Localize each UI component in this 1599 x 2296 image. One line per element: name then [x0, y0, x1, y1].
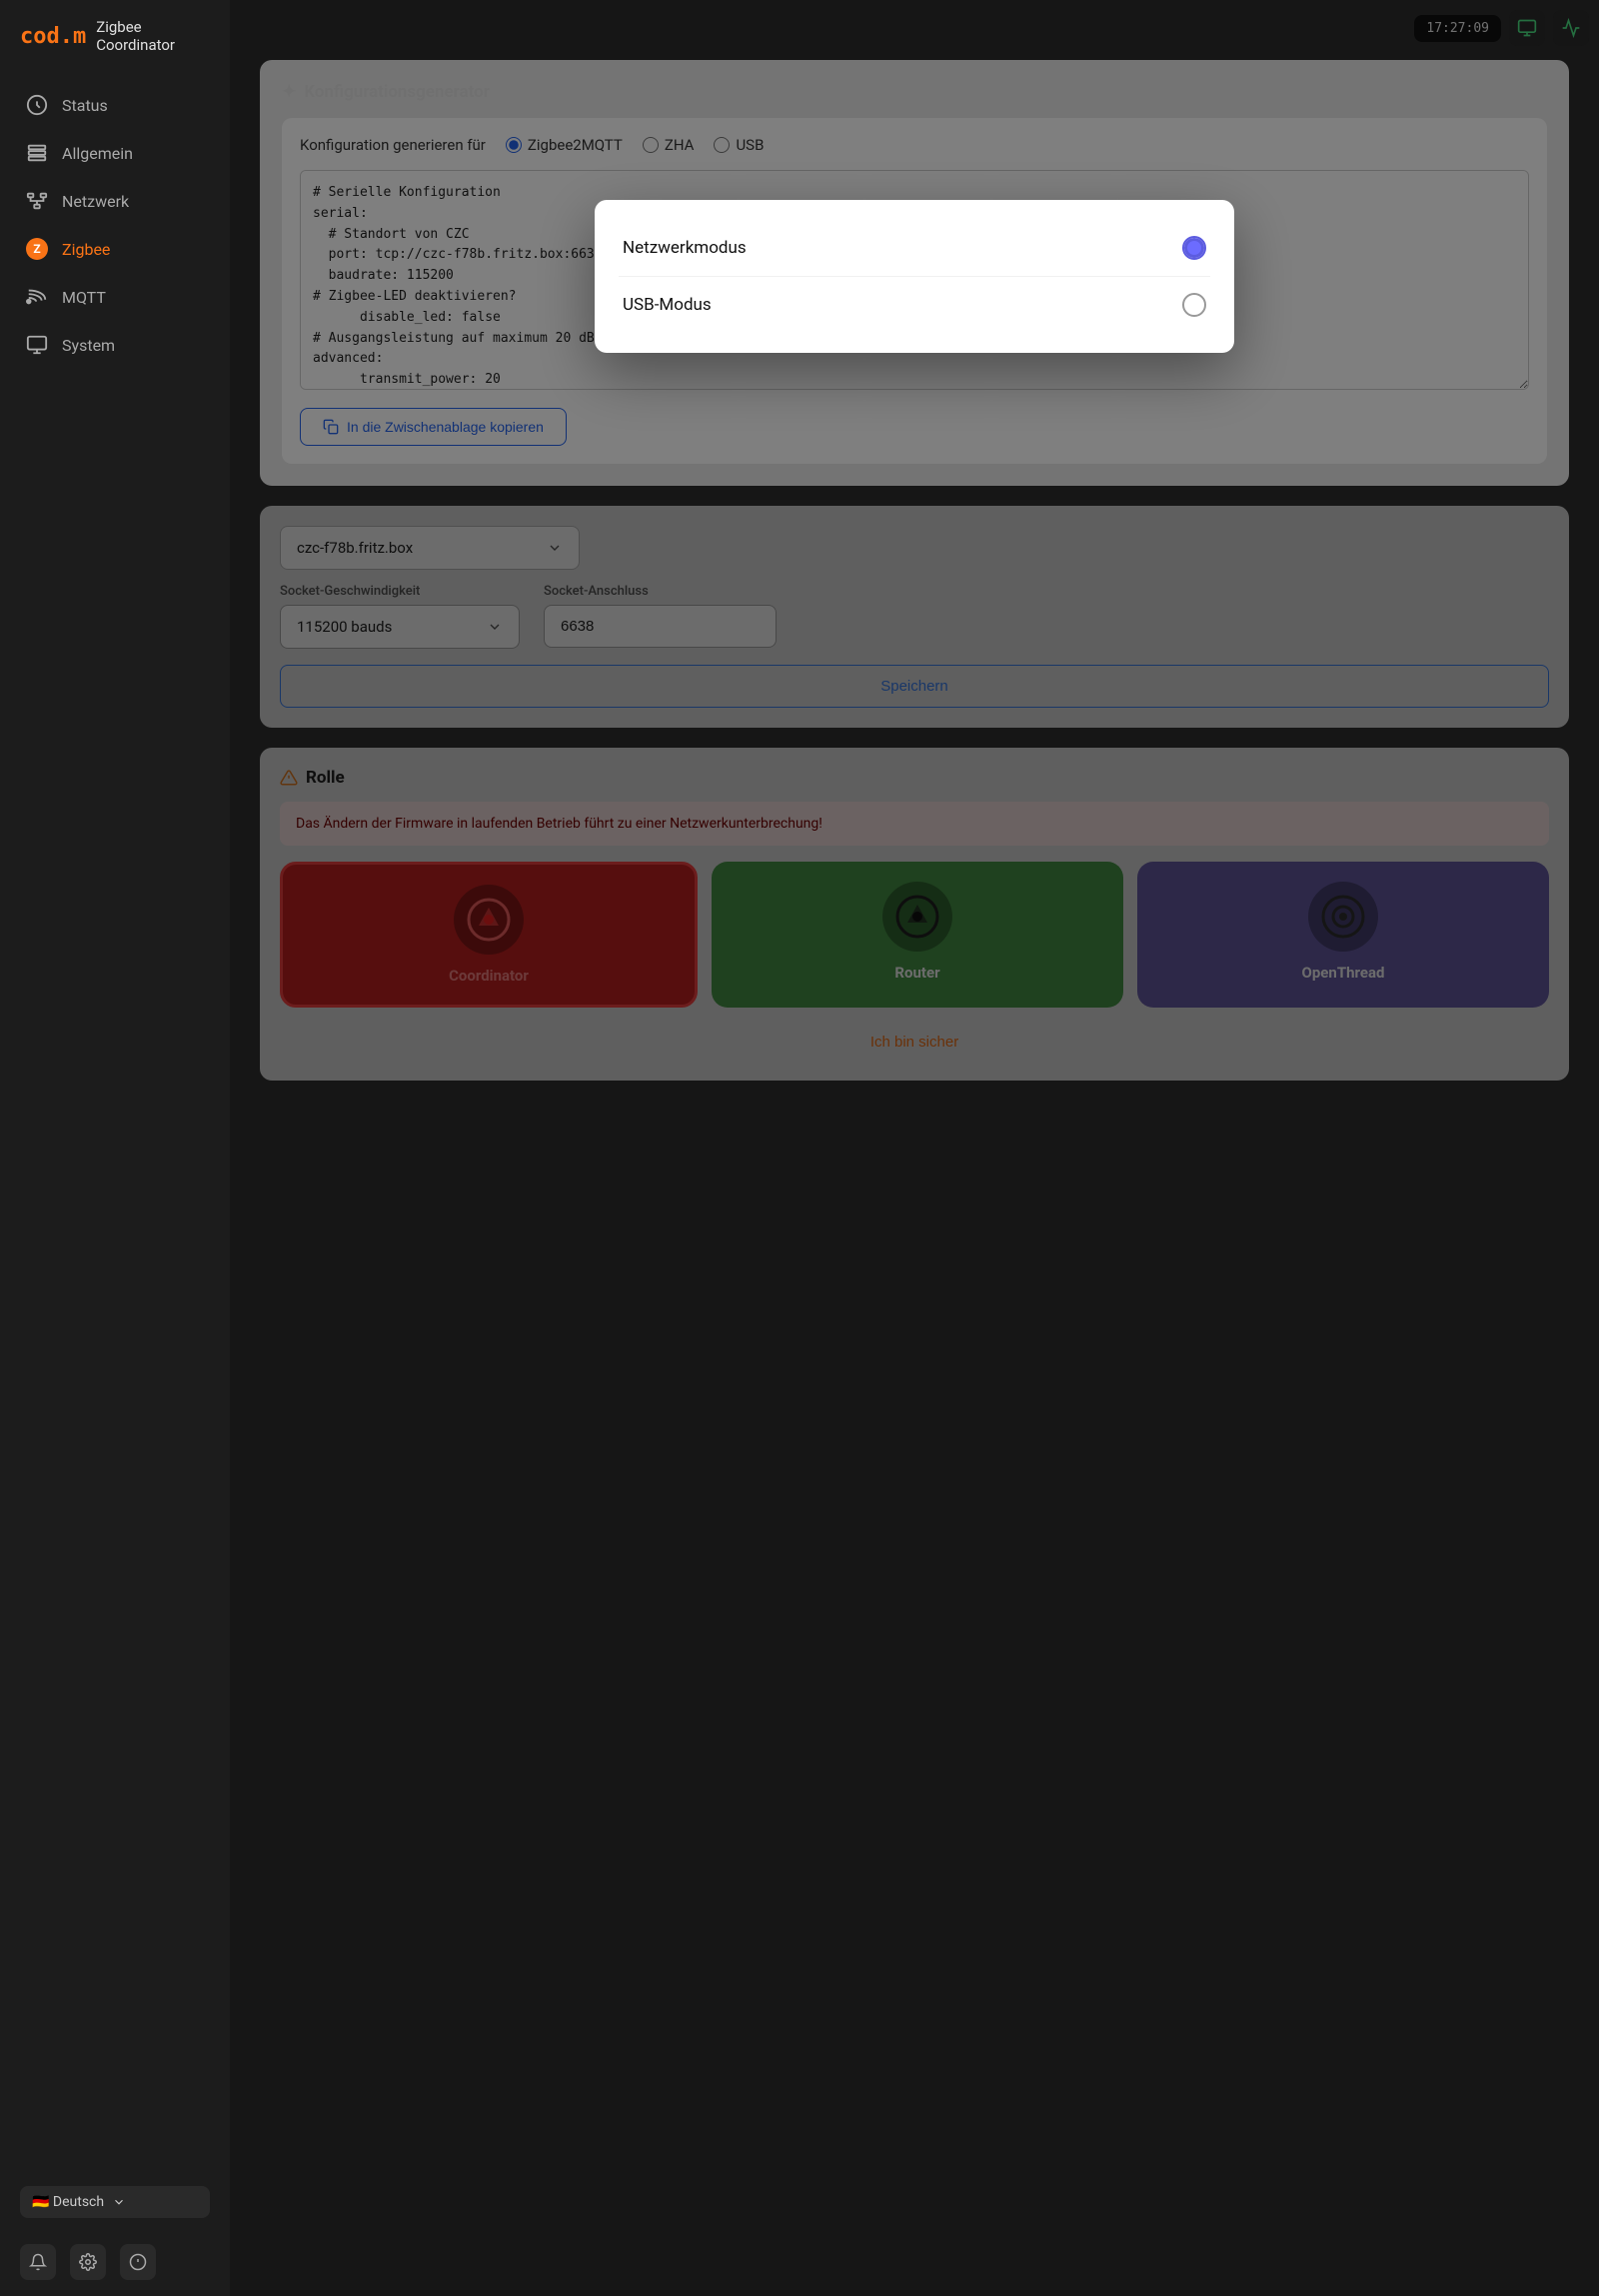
logo-text: cod.m	[20, 24, 86, 49]
info-icon[interactable]	[120, 2244, 156, 2280]
modal-overlay[interactable]: Netzwerkmodus USB-Modus	[230, 0, 1599, 2296]
sidebar-item-zigbee[interactable]: Z Zigbee	[10, 226, 220, 272]
sidebar-item-mqtt[interactable]: MQTT	[10, 274, 220, 320]
sidebar-label-system: System	[62, 336, 115, 355]
settings-icon[interactable]	[70, 2244, 106, 2280]
sidebar-item-system[interactable]: System	[10, 322, 220, 368]
allgemein-icon	[26, 142, 48, 164]
sidebar-label-status: Status	[62, 96, 108, 115]
modal-option-network-label: Netzwerkmodus	[623, 238, 747, 258]
modal-radio-network[interactable]	[1182, 236, 1206, 260]
sidebar-item-status[interactable]: Status	[10, 82, 220, 128]
modal-option-network[interactable]: Netzwerkmodus	[619, 220, 1210, 277]
modal-option-usb[interactable]: USB-Modus	[619, 277, 1210, 333]
language-label: 🇩🇪 Deutsch	[32, 2194, 104, 2210]
system-icon	[26, 334, 48, 356]
sidebar-logo: cod.m Zigbee Coordinator	[0, 0, 230, 72]
sidebar-item-netzwerk[interactable]: Netzwerk	[10, 178, 220, 224]
sidebar: cod.m Zigbee Coordinator Status Allgemei…	[0, 0, 230, 2296]
netzwerk-icon	[26, 190, 48, 212]
modal-option-usb-label: USB-Modus	[623, 295, 712, 315]
sidebar-item-allgemein[interactable]: Allgemein	[10, 130, 220, 176]
status-icon	[26, 94, 48, 116]
notification-icon[interactable]	[20, 2244, 56, 2280]
sidebar-label-netzwerk: Netzwerk	[62, 192, 129, 211]
sidebar-label-allgemein: Allgemein	[62, 144, 133, 163]
zigbee-icon: Z	[26, 238, 48, 260]
main-content: 17:27:09 ✦ Konfigurationsgenerator Konfi…	[230, 0, 1599, 2296]
modal-radio-usb[interactable]	[1182, 293, 1206, 317]
sidebar-nav: Status Allgemein Netzwerk Z Zigbee	[0, 72, 230, 2176]
sidebar-label-zigbee: Zigbee	[62, 240, 110, 259]
mqtt-icon	[26, 286, 48, 308]
sidebar-label-mqtt: MQTT	[62, 288, 106, 307]
sidebar-bottom-icons	[0, 2228, 230, 2296]
app-title: Zigbee Coordinator	[96, 18, 210, 54]
language-selector[interactable]: 🇩🇪 Deutsch	[20, 2186, 210, 2218]
mode-modal: Netzwerkmodus USB-Modus	[595, 200, 1234, 353]
